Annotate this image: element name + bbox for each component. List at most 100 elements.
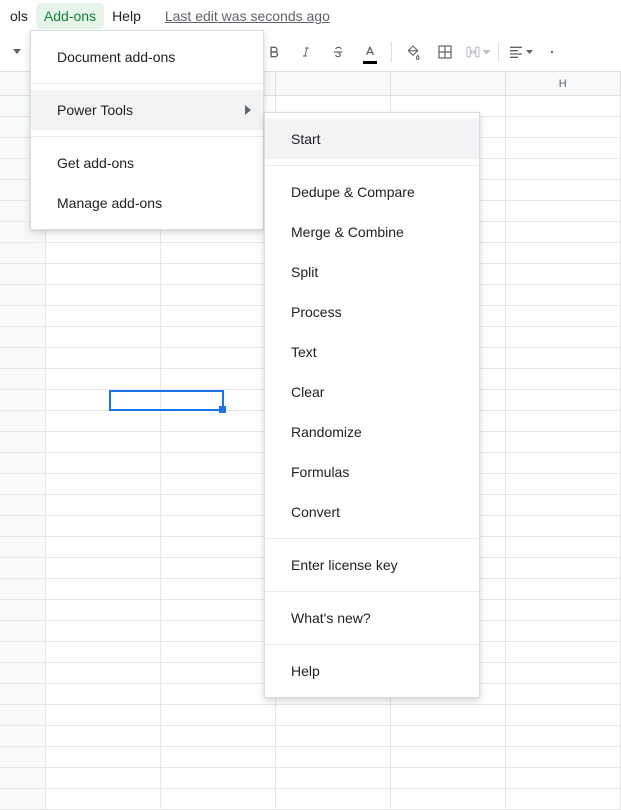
cell[interactable]: [161, 642, 276, 663]
cell[interactable]: [46, 348, 161, 369]
cell[interactable]: [506, 621, 621, 642]
cell[interactable]: [506, 138, 621, 159]
row-header[interactable]: [0, 726, 46, 747]
cell[interactable]: [506, 558, 621, 579]
cell[interactable]: [506, 117, 621, 138]
cell[interactable]: [506, 579, 621, 600]
cell[interactable]: [506, 306, 621, 327]
row-header[interactable]: [0, 558, 46, 579]
cell[interactable]: [161, 285, 276, 306]
cell[interactable]: [161, 600, 276, 621]
italic-button[interactable]: [292, 38, 320, 66]
merge-cells-button[interactable]: [463, 38, 491, 66]
menuitem-help[interactable]: Help: [265, 651, 479, 691]
cell[interactable]: [391, 705, 506, 726]
menuitem-document-addons[interactable]: Document add-ons: [31, 37, 263, 77]
cell[interactable]: [276, 705, 391, 726]
menuitem-whatsnew[interactable]: What's new?: [265, 598, 479, 638]
row-header[interactable]: [0, 306, 46, 327]
row-header[interactable]: [0, 600, 46, 621]
last-edit-link[interactable]: Last edit was seconds ago: [165, 8, 330, 24]
cell[interactable]: [46, 726, 161, 747]
cell[interactable]: [506, 180, 621, 201]
borders-button[interactable]: [431, 38, 459, 66]
cell[interactable]: [506, 222, 621, 243]
row-header[interactable]: [0, 621, 46, 642]
row-header[interactable]: [0, 327, 46, 348]
menuitem-manage-addons[interactable]: Manage add-ons: [31, 183, 263, 223]
cell[interactable]: [506, 642, 621, 663]
cell[interactable]: [161, 369, 276, 390]
cell[interactable]: [161, 726, 276, 747]
cell[interactable]: [506, 264, 621, 285]
cell[interactable]: [506, 768, 621, 789]
cell[interactable]: [46, 558, 161, 579]
menuitem-power-tools[interactable]: Power Tools: [31, 90, 263, 130]
cell[interactable]: [276, 768, 391, 789]
menu-tools[interactable]: ols: [2, 3, 36, 29]
cell[interactable]: [161, 789, 276, 810]
cell[interactable]: [46, 369, 161, 390]
fill-color-button[interactable]: [399, 38, 427, 66]
cell[interactable]: [506, 201, 621, 222]
cell[interactable]: [506, 243, 621, 264]
cell[interactable]: [391, 768, 506, 789]
cell[interactable]: [161, 768, 276, 789]
cell[interactable]: [506, 432, 621, 453]
cell[interactable]: [161, 348, 276, 369]
row-header[interactable]: [0, 243, 46, 264]
more-toolbar[interactable]: .: [538, 38, 566, 66]
menuitem-formulas[interactable]: Formulas: [265, 452, 479, 492]
cell[interactable]: [161, 558, 276, 579]
row-header[interactable]: [0, 411, 46, 432]
row-header[interactable]: [0, 789, 46, 810]
cell[interactable]: [506, 159, 621, 180]
row-header[interactable]: [0, 516, 46, 537]
cell[interactable]: [161, 621, 276, 642]
cell[interactable]: [506, 684, 621, 705]
cell[interactable]: [506, 411, 621, 432]
menuitem-convert[interactable]: Convert: [265, 492, 479, 532]
cell[interactable]: [161, 663, 276, 684]
cell[interactable]: [161, 306, 276, 327]
row-header[interactable]: [0, 495, 46, 516]
cell[interactable]: [46, 642, 161, 663]
row-header[interactable]: [0, 768, 46, 789]
cell[interactable]: [161, 705, 276, 726]
cell[interactable]: [506, 600, 621, 621]
menu-help[interactable]: Help: [104, 3, 149, 29]
cell[interactable]: [46, 264, 161, 285]
text-color-button[interactable]: [356, 38, 384, 66]
menuitem-clear[interactable]: Clear: [265, 372, 479, 412]
cell[interactable]: [391, 789, 506, 810]
cell[interactable]: [161, 390, 276, 411]
cell[interactable]: [506, 285, 621, 306]
cell[interactable]: [161, 264, 276, 285]
row-header[interactable]: [0, 474, 46, 495]
cell[interactable]: [506, 327, 621, 348]
cell[interactable]: [506, 537, 621, 558]
cell[interactable]: [46, 474, 161, 495]
row-header[interactable]: [0, 579, 46, 600]
cell[interactable]: [46, 663, 161, 684]
cell[interactable]: [161, 474, 276, 495]
cell[interactable]: [161, 432, 276, 453]
cell[interactable]: [276, 789, 391, 810]
cell[interactable]: [46, 327, 161, 348]
cell[interactable]: [161, 327, 276, 348]
cell[interactable]: [506, 453, 621, 474]
horizontal-align-button[interactable]: [506, 38, 534, 66]
row-header[interactable]: [0, 348, 46, 369]
row-header[interactable]: [0, 453, 46, 474]
cell[interactable]: [161, 411, 276, 432]
row-header[interactable]: [0, 264, 46, 285]
cell[interactable]: [161, 243, 276, 264]
row-header[interactable]: [0, 432, 46, 453]
cell[interactable]: [391, 726, 506, 747]
row-header[interactable]: [0, 705, 46, 726]
cell[interactable]: [161, 495, 276, 516]
cell[interactable]: [46, 621, 161, 642]
menuitem-split[interactable]: Split: [265, 252, 479, 292]
cell[interactable]: [506, 369, 621, 390]
strikethrough-button[interactable]: [324, 38, 352, 66]
